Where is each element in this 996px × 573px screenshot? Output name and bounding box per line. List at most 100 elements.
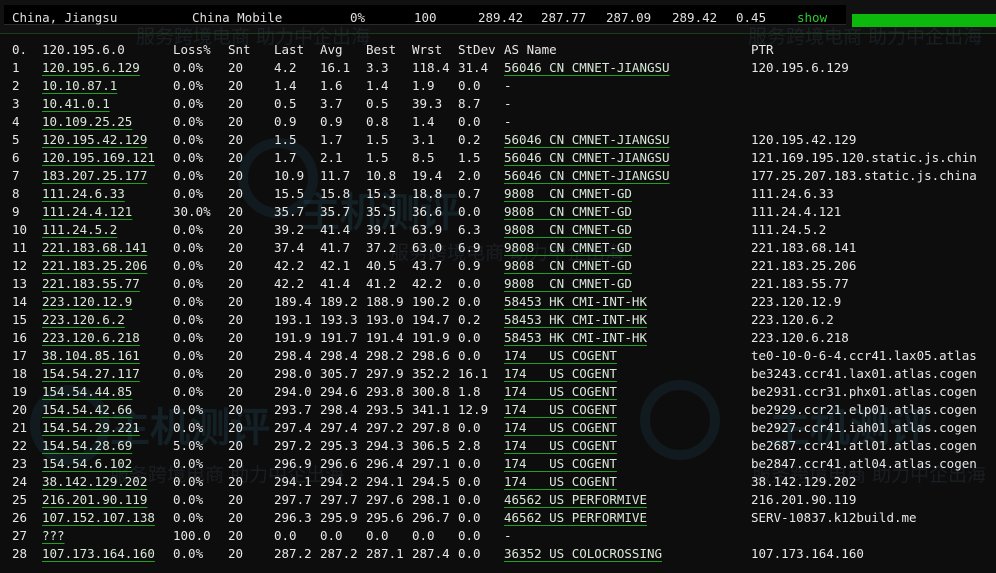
hop-host[interactable]: 120.195.169.121 — [42, 149, 155, 167]
show-button[interactable]: show — [797, 10, 827, 25]
hop-host[interactable]: ??? — [42, 527, 65, 545]
hop-as-name[interactable]: 58453 HK CMI-INT-HK — [504, 329, 647, 347]
hop-host[interactable]: 111.24.5.2 — [42, 221, 117, 239]
hop-stdev: 0.0 — [458, 330, 481, 345]
hop-host[interactable]: 154.54.29.221 — [42, 419, 140, 437]
hop-as-name[interactable]: 56046 CN CMNET-JIANGSU — [504, 59, 670, 77]
hop-host[interactable]: 10.41.0.1 — [42, 95, 110, 113]
hop-best: 1.5 — [366, 150, 389, 165]
hop-worst: 298.1 — [412, 492, 450, 507]
hop-stdev: 0.0 — [458, 420, 481, 435]
hop-host[interactable]: 107.173.164.160 — [42, 545, 155, 563]
hop-as-name[interactable]: 174 US COGENT — [504, 419, 617, 437]
hop-as-name[interactable]: 9808 CN CMNET-GD — [504, 203, 632, 221]
hop-as-name[interactable]: 174 US COGENT — [504, 455, 617, 473]
hop-worst: 63.9 — [412, 222, 443, 237]
hop-as-name[interactable]: 56046 CN CMNET-JIANGSU — [504, 167, 670, 185]
hop-avg: 294.2 — [320, 474, 358, 489]
hop-as-name[interactable]: 9808 CN CMNET-GD — [504, 275, 632, 293]
hop-host[interactable]: 223.120.12.9 — [42, 293, 132, 311]
table-row: 7 183.207.25.177 0.0% 20 10.9 11.7 10.8 19.4 2.0… — [0, 167, 996, 185]
hop-index: 16 — [12, 330, 28, 345]
table-row: 19 154.54.44.85 0.0% 20 294.0 294.6 293.8 300.8… — [0, 383, 996, 401]
hop-stdev: 0.7 — [458, 186, 481, 201]
hop-as-name[interactable]: 9808 CN CMNET-GD — [504, 239, 632, 257]
hop-stdev: 0.0 — [458, 114, 481, 129]
hop-as-name[interactable]: 174 US COGENT — [504, 401, 617, 419]
hop-avg: 41.4 — [320, 276, 351, 291]
hop-host[interactable]: 111.24.4.121 — [42, 203, 132, 221]
hop-avg: 295.9 — [320, 510, 358, 525]
hop-host[interactable]: 221.183.55.77 — [42, 275, 140, 293]
status-value-3: 287.09 — [606, 10, 652, 25]
hop-sent: 20 — [228, 438, 244, 453]
hop-sent: 20 — [228, 330, 244, 345]
hop-avg: 42.1 — [320, 258, 351, 273]
hop-last: 297.2 — [274, 438, 312, 453]
hop-best: 191.4 — [366, 330, 404, 345]
hop-as-name[interactable]: 174 US COGENT — [504, 347, 617, 365]
hop-index: 10 — [12, 222, 28, 237]
hop-sent: 20 — [228, 384, 244, 399]
hop-ptr: 38.142.129.202 — [751, 474, 857, 489]
hop-sent: 20 — [228, 186, 244, 201]
hop-host[interactable]: 38.142.129.202 — [42, 473, 147, 491]
hop-as-name[interactable]: 9808 CN CMNET-GD — [504, 185, 632, 203]
hop-index: 22 — [12, 438, 28, 453]
hop-ptr: 221.183.68.141 — [751, 240, 857, 255]
hop-as-name[interactable]: 46562 US PERFORMIVE — [504, 509, 647, 527]
table-row: 18 154.54.27.117 0.0% 20 298.0 305.7 297.9 352.… — [0, 365, 996, 383]
hop-host[interactable]: 223.120.6.218 — [42, 329, 140, 347]
hop-as-name[interactable]: 174 US COGENT — [504, 473, 617, 491]
hop-host[interactable]: 221.183.25.206 — [42, 257, 147, 275]
hop-last: 298.4 — [274, 348, 312, 363]
hop-host[interactable]: 10.109.25.25 — [42, 113, 132, 131]
hop-host[interactable]: 154.54.42.66 — [42, 401, 132, 419]
hop-as-name[interactable]: 58453 HK CMI-INT-HK — [504, 293, 647, 311]
status-value-2: 287.77 — [541, 10, 587, 25]
hop-stdev: 12.9 — [458, 402, 489, 417]
hop-host[interactable]: 154.54.28.69 — [42, 437, 132, 455]
hop-host[interactable]: 107.152.107.138 — [42, 509, 155, 527]
hop-as-name[interactable]: 46562 US PERFORMIVE — [504, 491, 647, 509]
hop-last: 297.7 — [274, 492, 312, 507]
hop-host[interactable]: 38.104.85.161 — [42, 347, 140, 365]
hop-loss: 0.0% — [173, 114, 204, 129]
hop-host[interactable]: 111.24.6.33 — [42, 185, 125, 203]
table-row: 16 223.120.6.218 0.0% 20 191.9 191.7 191.4 191.… — [0, 329, 996, 347]
hop-avg: 16.1 — [320, 60, 351, 75]
hop-last: 1.5 — [274, 132, 297, 147]
hop-loss: 0.0% — [173, 168, 204, 183]
hop-as-name[interactable]: 56046 CN CMNET-JIANGSU — [504, 131, 670, 149]
hop-as-name[interactable]: 9808 CN CMNET-GD — [504, 221, 632, 239]
hop-stdev: 16.1 — [458, 366, 489, 381]
hop-as-name[interactable]: 174 US COGENT — [504, 383, 617, 401]
hop-ptr: 107.173.164.160 — [751, 546, 864, 561]
hop-as-name[interactable]: 174 US COGENT — [504, 437, 617, 455]
hop-index: 8 — [12, 186, 20, 201]
hop-host[interactable]: 221.183.68.141 — [42, 239, 147, 257]
hop-sent: 20 — [228, 114, 244, 129]
hop-as-name[interactable]: 56046 CN CMNET-JIANGSU — [504, 149, 670, 167]
hop-avg: 297.4 — [320, 420, 358, 435]
hop-avg: 0.9 — [320, 114, 343, 129]
hop-host[interactable]: 154.54.6.102 — [42, 455, 132, 473]
hop-host[interactable]: 183.207.25.177 — [42, 167, 147, 185]
hop-as-name[interactable]: 36352 US COLOCROSSING — [504, 545, 662, 563]
hop-host[interactable]: 216.201.90.119 — [42, 491, 147, 509]
hop-last: 37.4 — [274, 240, 305, 255]
hop-worst: 294.5 — [412, 474, 450, 489]
hop-best: 1.5 — [366, 132, 389, 147]
hop-loss: 0.0% — [173, 60, 204, 75]
hop-host[interactable]: 10.10.87.1 — [42, 77, 117, 95]
hop-as-name[interactable]: 9808 CN CMNET-GD — [504, 257, 632, 275]
hop-loss: 0.0% — [173, 456, 204, 471]
hop-sent: 20 — [228, 474, 244, 489]
hop-host[interactable]: 120.195.42.129 — [42, 131, 147, 149]
hop-host[interactable]: 154.54.27.117 — [42, 365, 140, 383]
hop-host[interactable]: 154.54.44.85 — [42, 383, 132, 401]
hop-host[interactable]: 120.195.6.129 — [42, 59, 140, 77]
hop-host[interactable]: 223.120.6.2 — [42, 311, 125, 329]
hop-as-name[interactable]: 174 US COGENT — [504, 365, 617, 383]
hop-as-name[interactable]: 58453 HK CMI-INT-HK — [504, 311, 647, 329]
